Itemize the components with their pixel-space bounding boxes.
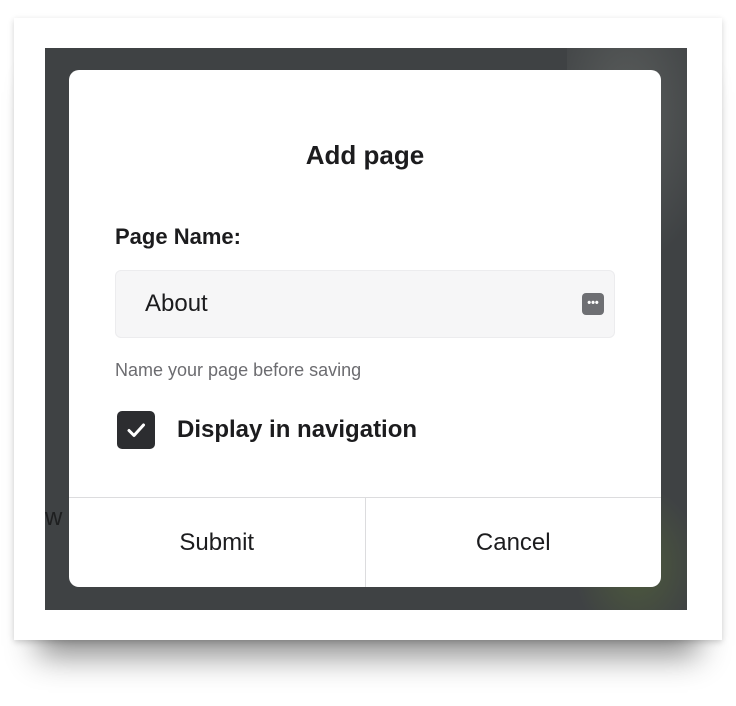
cancel-button[interactable]: Cancel [366,498,662,587]
page-name-label: Page Name: [115,224,241,249]
page-name-hint: Name your page before saving [115,360,362,380]
display-in-navigation-checkbox[interactable] [117,411,155,449]
dialog-button-bar: Submit Cancel [69,497,661,587]
background-partial-text: w [45,504,62,531]
page-name-input[interactable]: About ••• [115,270,615,338]
add-page-dialog: Add page Page Name: About ••• Name your … [69,70,661,587]
password-manager-icon[interactable]: ••• [582,293,604,315]
display-in-navigation-option[interactable]: Display in navigation [117,411,417,449]
submit-button[interactable]: Submit [69,498,366,587]
checkmark-icon [127,423,145,437]
page-name-input-value[interactable]: About [145,290,208,318]
screenshot-stage: w Add page Page Name: About ••• Name you… [0,0,736,706]
dialog-title: Add page [305,140,425,170]
display-in-navigation-label[interactable]: Display in navigation [177,416,417,444]
